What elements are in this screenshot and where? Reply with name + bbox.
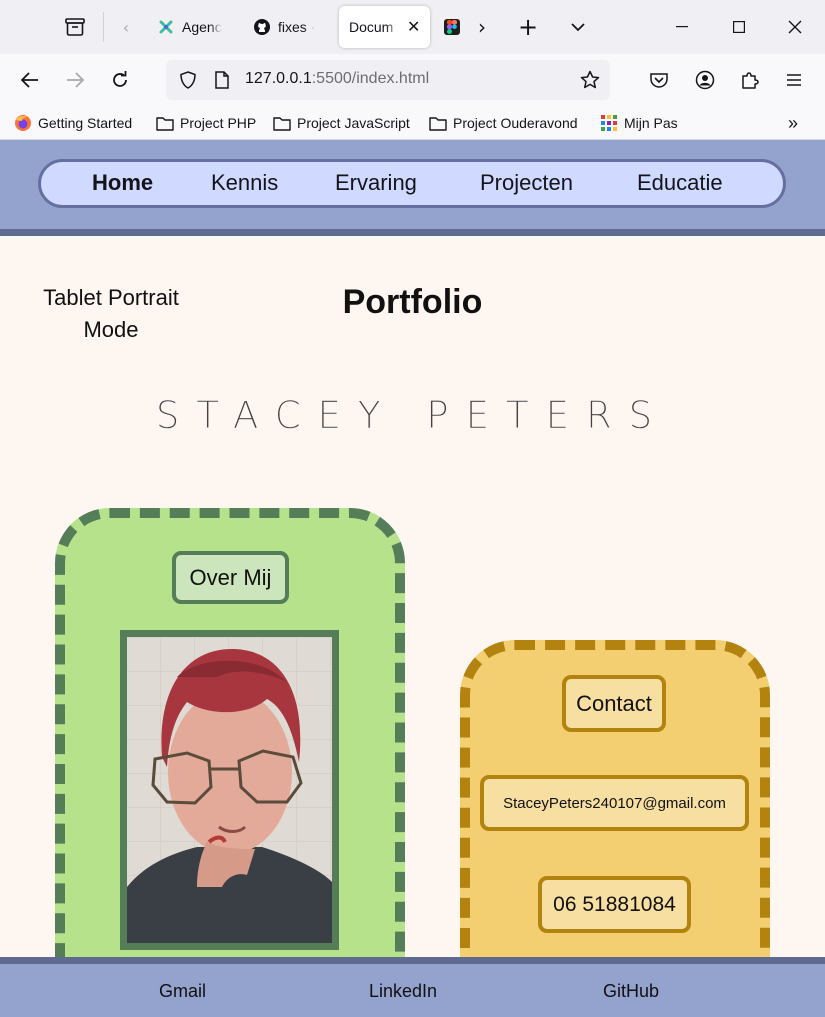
tab-github-fixes[interactable]: fixes ·: [254, 6, 320, 48]
bookmark-project-ouderavond[interactable]: Project Ouderavond: [429, 112, 578, 134]
figma-icon: [444, 19, 460, 35]
menu-item-home[interactable]: Home: [92, 170, 153, 196]
email-link[interactable]: StaceyPeters240107@gmail.com: [480, 775, 749, 831]
maximize-icon[interactable]: [722, 10, 756, 44]
browser-nav-bar: 127.0.0.1:5500/index.html: [0, 54, 825, 106]
bookmark-project-javascript[interactable]: Project JavaScript: [273, 112, 410, 134]
menu-item-educatie[interactable]: Educatie: [637, 170, 723, 196]
footer-link-linkedin[interactable]: LinkedIn: [369, 981, 437, 1002]
new-tab-icon[interactable]: +: [512, 11, 544, 43]
phone-link[interactable]: 06 51881084: [538, 876, 691, 933]
footer-link-gmail[interactable]: Gmail: [159, 981, 206, 1002]
scroll-tabs-right-icon[interactable]: ›: [466, 11, 498, 43]
browser-tab-bar: ‹ Agenc fixes · Docum ✕ › +: [0, 0, 825, 54]
address-bar[interactable]: 127.0.0.1:5500/index.html: [166, 60, 610, 100]
reload-icon[interactable]: [104, 64, 136, 96]
account-icon[interactable]: [689, 64, 721, 96]
more-bookmarks-icon[interactable]: »: [788, 112, 798, 134]
bookmarks-toolbar: Getting Started Project PHP Project Java…: [0, 106, 825, 140]
extensions-icon[interactable]: [734, 64, 766, 96]
bookmark-mijn-pas[interactable]: Mijn Pas: [600, 112, 678, 134]
list-all-tabs-icon[interactable]: [562, 11, 594, 43]
shield-icon[interactable]: [176, 68, 200, 92]
menu-item-projecten[interactable]: Projecten: [480, 170, 573, 196]
scroll-tabs-left-icon[interactable]: ‹: [110, 11, 142, 43]
contact-heading: Contact: [562, 675, 666, 732]
firefox-icon: [14, 115, 32, 131]
tab-document-active[interactable]: Docum ✕: [339, 6, 430, 48]
bookmark-getting-started[interactable]: Getting Started: [14, 112, 132, 134]
github-icon: [254, 19, 270, 35]
page-icon[interactable]: [210, 68, 234, 92]
menu-item-kennis[interactable]: Kennis: [211, 170, 278, 196]
tab-agenda[interactable]: Agenc: [158, 6, 230, 48]
page-title: Portfolio: [342, 283, 483, 321]
folder-icon: [273, 115, 291, 131]
main-menu: Home Kennis Ervaring Projecten Educatie: [38, 159, 786, 208]
footer-divider: [0, 957, 825, 964]
close-window-icon[interactable]: [778, 10, 812, 44]
profile-photo: [120, 630, 339, 950]
minimize-icon[interactable]: [665, 10, 699, 44]
url-text[interactable]: 127.0.0.1:5500/index.html: [245, 70, 429, 88]
firefox-view-icon[interactable]: [59, 11, 91, 43]
menu-hamburger-icon[interactable]: [778, 64, 810, 96]
bookmark-project-php[interactable]: Project PHP: [156, 112, 256, 134]
close-tab-icon[interactable]: ✕: [407, 17, 420, 37]
folder-icon: [429, 115, 447, 131]
name-heading: STACEY PETERS: [155, 394, 670, 437]
back-arrow-icon[interactable]: [14, 64, 46, 96]
agenda-icon: [158, 19, 174, 35]
menu-item-ervaring[interactable]: Ervaring: [335, 170, 417, 196]
pocket-icon[interactable]: [643, 64, 675, 96]
site-footer: Gmail LinkedIn GitHub: [0, 964, 825, 1017]
device-mode-label: Tablet Portrait Mode: [43, 285, 179, 342]
site-header: Home Kennis Ervaring Projecten Educatie: [0, 140, 825, 229]
bookmark-star-icon[interactable]: [578, 68, 602, 92]
about-heading: Over Mij: [172, 551, 289, 604]
header-divider: [0, 229, 825, 236]
tab-figma[interactable]: [444, 6, 464, 48]
footer-link-github[interactable]: GitHub: [603, 981, 659, 1002]
forward-arrow-icon[interactable]: [59, 64, 91, 96]
folder-icon: [156, 115, 174, 131]
grid-icon: [600, 115, 618, 131]
